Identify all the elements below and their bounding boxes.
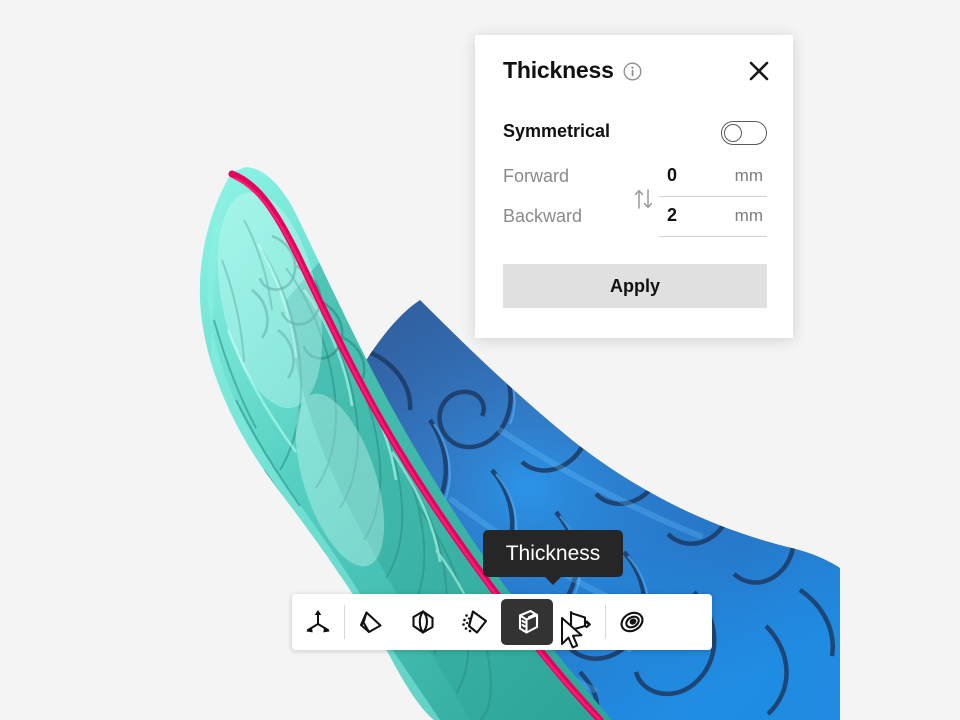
backward-value: 2 xyxy=(667,205,678,225)
symmetrical-toggle[interactable] xyxy=(721,121,767,145)
wedge-block-icon xyxy=(359,611,382,634)
apply-button[interactable]: Apply xyxy=(503,264,767,308)
tool-group-sculpt xyxy=(345,594,605,650)
panel-header: Thickness xyxy=(475,35,793,113)
transform-gizmo-tool[interactable] xyxy=(292,599,344,645)
backward-unit: mm xyxy=(734,206,763,225)
tool-group-spiral xyxy=(606,594,658,650)
toggle-knob xyxy=(723,123,742,142)
slab-block-icon xyxy=(518,609,539,634)
backward-input[interactable]: 2 mm xyxy=(659,197,767,237)
flag-extrude-icon xyxy=(569,610,591,633)
page-title: Thickness xyxy=(503,57,614,83)
tool-group-transform xyxy=(292,594,344,650)
spiral-tool[interactable] xyxy=(606,599,658,645)
symmetrical-label: Symmetrical xyxy=(503,121,611,141)
symmetrical-row: Symmetrical xyxy=(503,117,767,149)
swap-vertical-arrows-icon[interactable] xyxy=(633,187,655,211)
tooltip: Thickness xyxy=(483,530,623,585)
forward-label: Forward xyxy=(503,166,570,186)
application-window: Thickness Symmetrical Forward 0 mm Backw… xyxy=(0,0,960,720)
forward-input[interactable]: 0 mm xyxy=(659,157,767,197)
info-circle-icon[interactable] xyxy=(623,62,642,81)
thickness-tool[interactable] xyxy=(501,599,553,645)
forward-value: 0 xyxy=(667,165,678,185)
tooltip-arrow xyxy=(544,576,562,585)
smooth-tool[interactable] xyxy=(397,599,449,645)
thickness-panel: Thickness Symmetrical Forward 0 mm Backw… xyxy=(475,35,793,338)
morph-tool[interactable] xyxy=(449,599,501,645)
tool-toolbar xyxy=(292,594,712,650)
close-icon[interactable] xyxy=(745,57,773,85)
forward-unit: mm xyxy=(734,166,763,185)
spiral-target-icon xyxy=(620,611,644,633)
thickness-fields: Forward 0 mm Backward 2 mm xyxy=(503,157,767,241)
dotted-wedge-icon xyxy=(462,610,488,634)
extrude-tool[interactable] xyxy=(553,599,605,645)
free-form-tool[interactable] xyxy=(345,599,397,645)
tooltip-label: Thickness xyxy=(505,541,601,565)
backward-label: Backward xyxy=(503,206,583,226)
curved-block-icon xyxy=(412,610,434,634)
three-axis-arrows-icon xyxy=(306,610,330,633)
